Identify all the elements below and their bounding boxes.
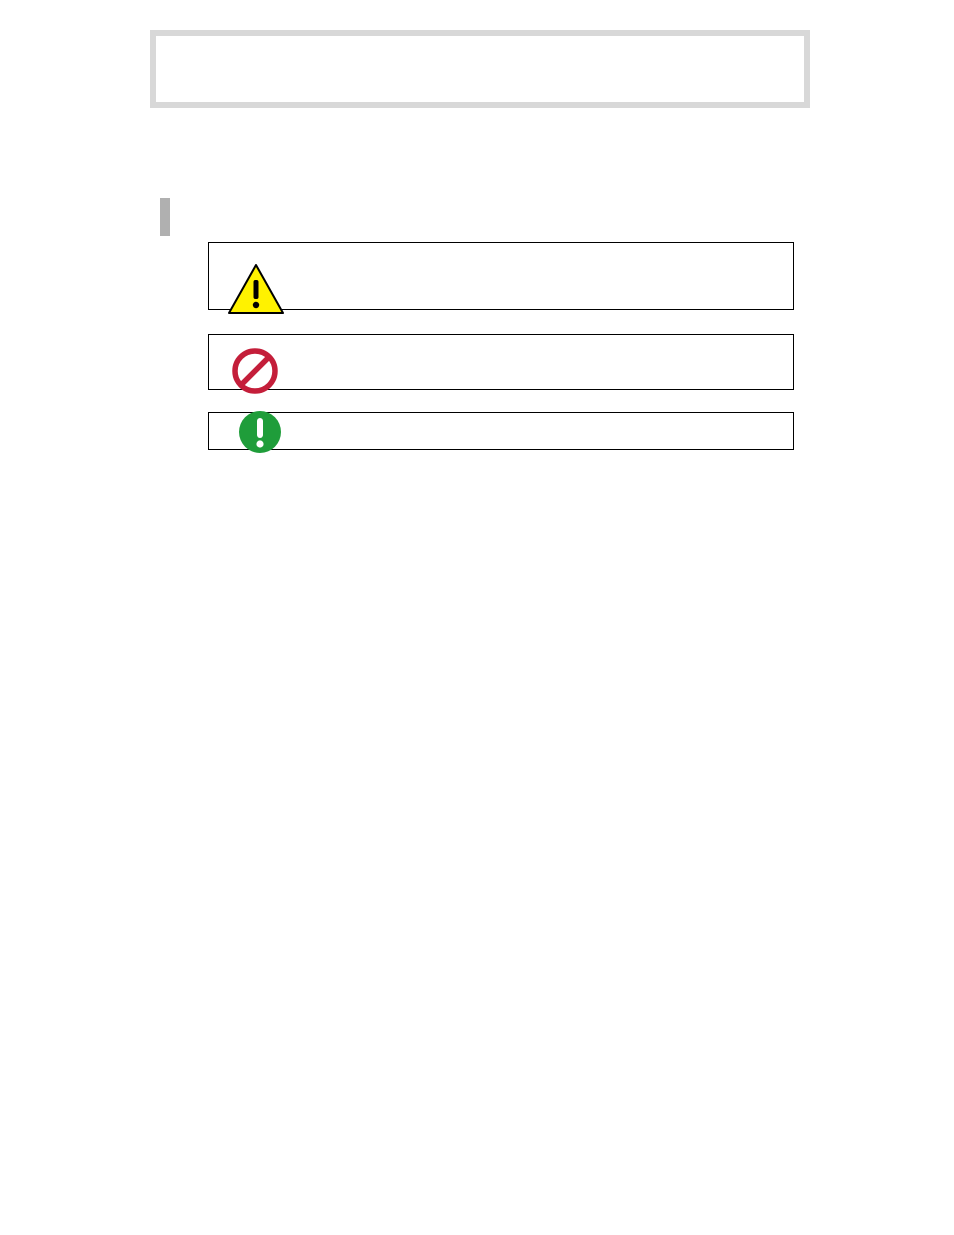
callout-mandatory bbox=[208, 412, 794, 450]
warning-triangle-icon bbox=[227, 263, 285, 315]
section-marker bbox=[160, 198, 170, 236]
document-page bbox=[0, 0, 954, 1235]
mandatory-icon bbox=[237, 409, 283, 455]
callout-warning bbox=[208, 242, 794, 310]
prohibited-icon bbox=[231, 347, 279, 395]
page-banner bbox=[150, 30, 810, 108]
callout-prohibited bbox=[208, 334, 794, 390]
